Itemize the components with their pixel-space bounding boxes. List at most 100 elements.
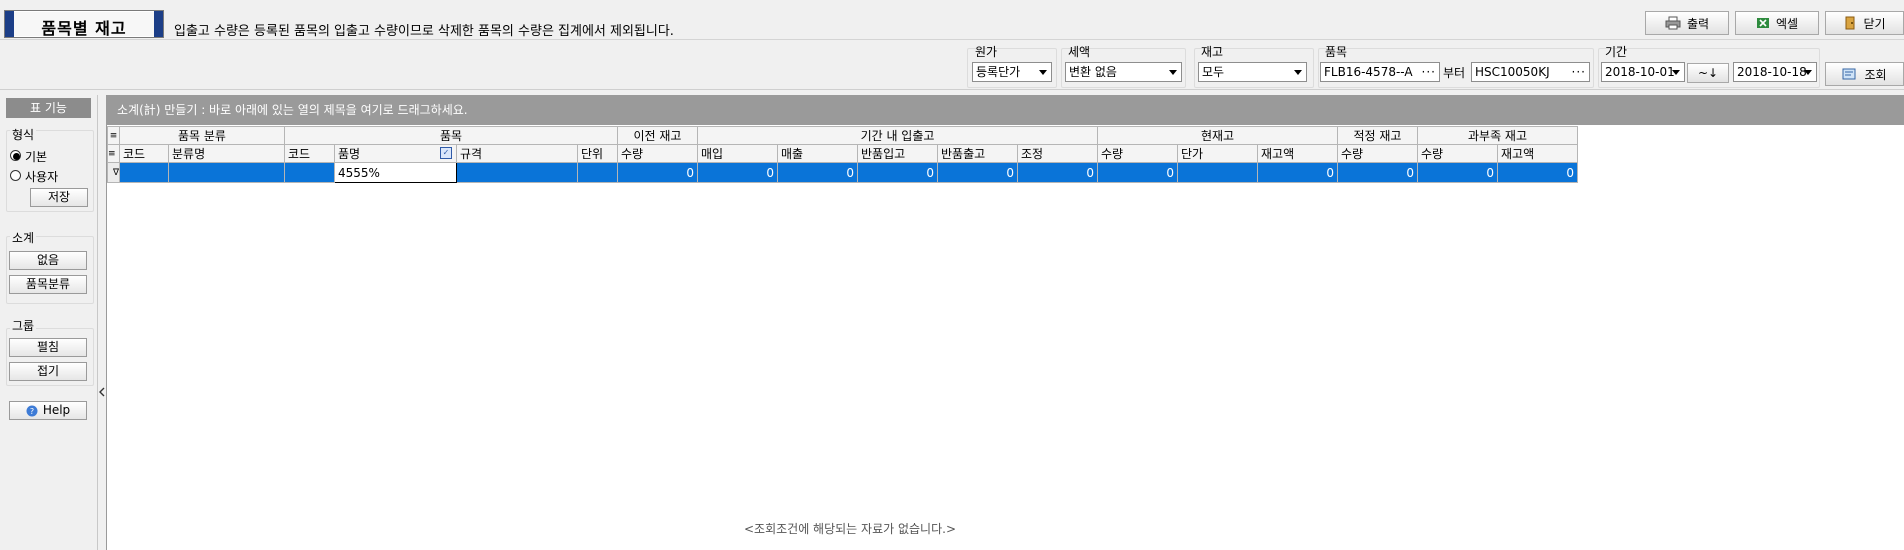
collapse-button[interactable]: 접기: [9, 362, 87, 381]
group-header-item[interactable]: 품목: [284, 126, 618, 145]
filter-cell[interactable]: 0: [1097, 162, 1178, 183]
group-title: 그룹: [10, 317, 37, 334]
column-header[interactable]: 코드: [284, 144, 335, 163]
group-header-period-io[interactable]: 기간 내 입출고: [697, 126, 1098, 145]
filter-cell[interactable]: [1177, 162, 1258, 183]
filter-cell[interactable]: 0: [617, 162, 698, 183]
radio-basic-label: 기본: [25, 150, 48, 164]
help-icon: ?: [26, 405, 38, 416]
column-header[interactable]: 수량: [1417, 144, 1498, 163]
grouping-drop-zone[interactable]: 소계(計) 만들기 : 바로 아래에 있는 열의 제목을 여기로 드래그하세요.: [107, 95, 1904, 125]
filter-cell[interactable]: 0: [1337, 162, 1418, 183]
column-header[interactable]: 코드: [119, 144, 169, 163]
excel-icon: [1756, 18, 1769, 28]
filter-row: ∇ 4555% 0 0 0 0 0 0 0 0 0 0 0: [107, 162, 1578, 183]
svg-text:?: ?: [30, 407, 34, 416]
panel-collapse-strip[interactable]: [97, 95, 106, 550]
item-label: 품목: [1325, 45, 1348, 59]
more-icon[interactable]: ···: [1572, 63, 1586, 81]
stock-label: 재고: [1201, 45, 1224, 59]
column-header[interactable]: 규격: [456, 144, 578, 163]
stock-value: 모두: [1202, 65, 1225, 79]
filter-cell[interactable]: 0: [777, 162, 858, 183]
filter-cell[interactable]: 0: [937, 162, 1018, 183]
subtotal-category-button[interactable]: 품목분류: [9, 275, 87, 294]
column-header[interactable]: 단위: [577, 144, 618, 163]
date-to-value: 2018-10-18: [1737, 65, 1807, 79]
group-header-proper-stock[interactable]: 적정 재고: [1337, 126, 1418, 145]
column-header[interactable]: 단가: [1177, 144, 1258, 163]
chevron-down-icon: [1294, 70, 1302, 75]
group-header-excess-shortage[interactable]: 과부족 재고: [1417, 126, 1578, 145]
tax-select[interactable]: 변환 없음: [1065, 62, 1182, 82]
item-from-field[interactable]: FLB16-4578--A ···: [1320, 62, 1440, 82]
group-header-row: ≡ 품목 분류 품목 이전 재고 기간 내 입출고 현재고 적정 재고 과부족 …: [107, 126, 1578, 145]
notice-text: 입출고 수량은 등록된 품목의 입출고 수량이므로 삭제한 품목의 수량은 집계…: [174, 24, 674, 39]
column-header[interactable]: 조정: [1017, 144, 1098, 163]
column-header-label: 품명: [338, 147, 361, 161]
more-icon[interactable]: ···: [1422, 63, 1436, 81]
radio-user[interactable]: [10, 170, 21, 181]
filter-cell[interactable]: [456, 162, 578, 183]
cost-select[interactable]: 등록단가: [972, 62, 1052, 82]
filter-cell[interactable]: 0: [1417, 162, 1498, 183]
chevron-down-icon: [1169, 70, 1177, 75]
date-to-picker[interactable]: 2018-10-18: [1733, 62, 1817, 82]
group-header-category[interactable]: 품목 분류: [119, 126, 285, 145]
chevron-left-icon[interactable]: [99, 387, 105, 397]
panel-header: 표 기능: [6, 98, 91, 118]
subtotal-none-button[interactable]: 없음: [9, 251, 87, 270]
tax-value: 변환 없음: [1069, 65, 1117, 79]
search-icon: [1842, 68, 1856, 80]
column-header[interactable]: 반품출고: [937, 144, 1018, 163]
filter-row-icon[interactable]: ∇: [107, 162, 120, 183]
door-icon: [1845, 16, 1855, 30]
close-button[interactable]: 닫기: [1825, 11, 1904, 35]
date-from-value: 2018-10-01: [1605, 65, 1675, 79]
stock-select[interactable]: 모두: [1198, 62, 1307, 82]
filter-cell[interactable]: [168, 162, 285, 183]
filter-checkbox-icon[interactable]: ✓: [440, 147, 452, 159]
radio-basic[interactable]: [10, 150, 21, 161]
filter-cell[interactable]: [577, 162, 618, 183]
date-from-picker[interactable]: 2018-10-01: [1601, 62, 1685, 82]
column-header[interactable]: 재고액: [1497, 144, 1578, 163]
filter-cell[interactable]: 0: [857, 162, 938, 183]
column-header[interactable]: 반품입고: [857, 144, 938, 163]
item-name-filter-input[interactable]: 4555%: [334, 162, 457, 183]
column-header[interactable]: 매입: [697, 144, 778, 163]
help-button[interactable]: ? Help: [9, 401, 87, 420]
title-accent-right: [154, 11, 163, 37]
filter-cell[interactable]: 0: [1257, 162, 1338, 183]
cost-label: 원가: [975, 45, 998, 59]
save-button[interactable]: 저장: [30, 188, 88, 207]
group-header-prev-stock[interactable]: 이전 재고: [617, 126, 698, 145]
column-header[interactable]: 매출: [777, 144, 858, 163]
group-header-current-stock[interactable]: 현재고: [1097, 126, 1338, 145]
excel-label: 엑셀: [1775, 16, 1799, 31]
row-header-icon[interactable]: ≡: [107, 126, 120, 145]
filter-cell[interactable]: 0: [1497, 162, 1578, 183]
page-title-box: 품목별 재고: [4, 10, 164, 38]
search-label: 조회: [1864, 67, 1887, 82]
column-header[interactable]: 수량: [617, 144, 698, 163]
column-header-item-name[interactable]: 품명 ✓: [334, 144, 457, 163]
column-header[interactable]: 재고액: [1257, 144, 1338, 163]
filter-cell[interactable]: [284, 162, 335, 183]
filter-cell[interactable]: [119, 162, 169, 183]
column-header[interactable]: 수량: [1097, 144, 1178, 163]
column-header[interactable]: 분류명: [168, 144, 285, 163]
period-label: 기간: [1605, 45, 1628, 59]
column-header[interactable]: 수량: [1337, 144, 1418, 163]
close-label: 닫기: [1863, 16, 1886, 31]
excel-button[interactable]: 엑셀: [1735, 11, 1819, 35]
date-range-button[interactable]: ~↓: [1687, 63, 1729, 83]
expand-button[interactable]: 펼침: [9, 338, 87, 357]
item-to-field[interactable]: HSC10050KJ ···: [1471, 62, 1590, 82]
search-button[interactable]: 조회: [1825, 62, 1904, 86]
filter-cell[interactable]: 0: [697, 162, 778, 183]
row-header-icon[interactable]: ≡: [107, 144, 120, 163]
cost-value: 등록단가: [976, 65, 1021, 79]
filter-cell[interactable]: 0: [1017, 162, 1098, 183]
print-button[interactable]: 출력: [1645, 11, 1729, 35]
